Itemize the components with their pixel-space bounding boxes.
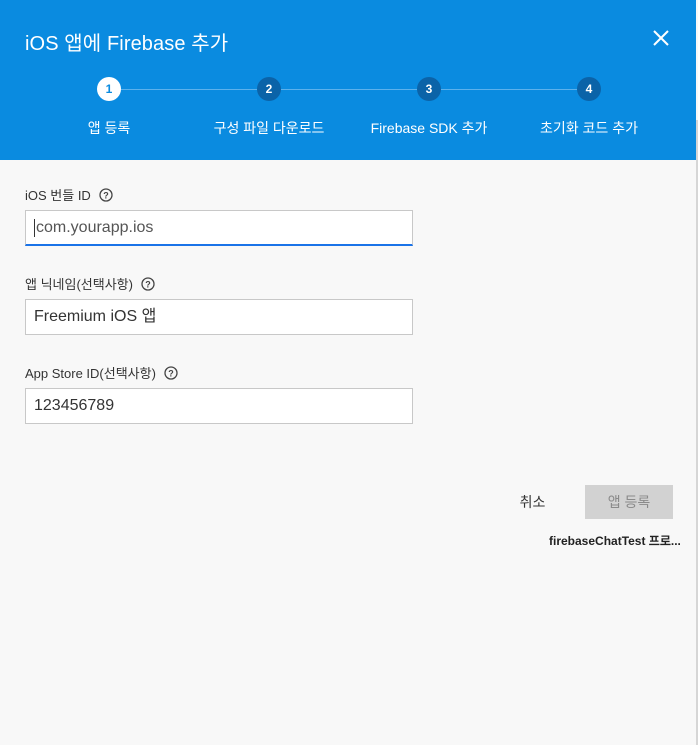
register-app-button[interactable]: 앱 등록 — [585, 485, 673, 519]
svg-text:?: ? — [168, 368, 174, 378]
step-2-circle: 2 — [257, 77, 281, 101]
text-caret — [34, 218, 35, 237]
step-connector — [281, 89, 417, 90]
app-store-id-input[interactable]: 123456789 — [25, 388, 413, 424]
step-connector — [441, 89, 577, 90]
nickname-label: 앱 닉네임(선택사항) ? — [25, 274, 155, 293]
step-3-circle: 3 — [417, 77, 441, 101]
dialog-title: iOS 앱에 Firebase 추가 — [25, 33, 229, 55]
step-connector — [121, 89, 257, 90]
step-2-label: 구성 파일 다운로드 — [213, 120, 325, 136]
step-4-circle: 4 — [577, 77, 601, 101]
step-4-label: 초기화 코드 추가 — [540, 120, 638, 136]
step-1-circle: 1 — [97, 77, 121, 101]
app-store-id-label: App Store ID(선택사항) ? — [25, 363, 178, 382]
cancel-button[interactable]: 취소 — [505, 486, 560, 518]
dialog-header: iOS 앱에 Firebase 추가 1 2 3 4 앱 등록 구성 파일 다운… — [0, 0, 696, 160]
step-1-label: 앱 등록 — [87, 120, 131, 136]
svg-text:?: ? — [103, 190, 109, 200]
project-name: firebaseChatTest 프로... — [549, 534, 681, 548]
close-button[interactable] — [646, 23, 676, 53]
bundle-id-label: iOS 번들 ID ? — [25, 185, 113, 204]
help-icon[interactable]: ? — [99, 187, 113, 202]
step-3-label: Firebase SDK 추가 — [370, 120, 488, 136]
close-icon — [653, 30, 669, 46]
nickname-input[interactable]: Freemium iOS 앱 — [25, 299, 413, 335]
bundle-id-input[interactable]: com.yourapp.ios — [25, 210, 413, 246]
app-store-id-label-text: App Store ID(선택사항) — [25, 366, 156, 381]
add-ios-app-dialog: iOS 앱에 Firebase 추가 1 2 3 4 앱 등록 구성 파일 다운… — [0, 0, 698, 745]
help-icon[interactable]: ? — [141, 276, 155, 291]
bundle-id-label-text: iOS 번들 ID — [25, 188, 91, 203]
nickname-label-text: 앱 닉네임(선택사항) — [25, 277, 133, 292]
help-icon[interactable]: ? — [164, 365, 178, 380]
svg-text:?: ? — [145, 279, 151, 289]
bundle-id-placeholder: com.yourapp.ios — [36, 219, 154, 236]
